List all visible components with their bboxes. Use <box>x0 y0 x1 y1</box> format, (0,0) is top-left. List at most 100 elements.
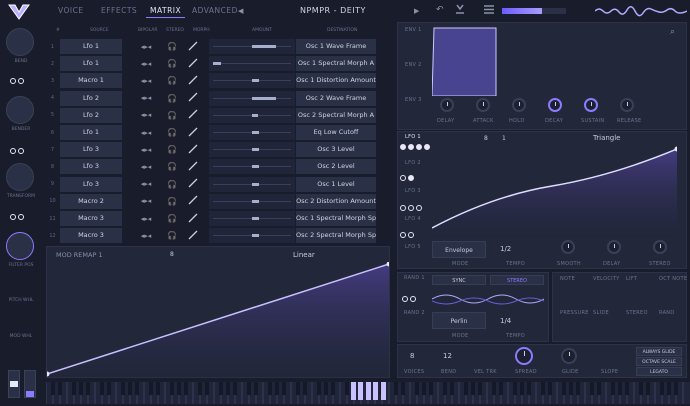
destination-select[interactable]: Osc 2 Level <box>296 159 376 175</box>
menu-icon[interactable] <box>484 5 494 14</box>
lfo-1-tab[interactable]: LFO 1 <box>405 134 421 140</box>
decay-knob[interactable] <box>548 98 562 112</box>
lfo-3-dots[interactable] <box>400 205 422 211</box>
amount-slider[interactable] <box>209 228 295 244</box>
bipolar-toggle[interactable]: ◂▸◂ <box>132 60 160 68</box>
always-glide-toggle[interactable]: ALWAYS GLIDE <box>636 347 682 356</box>
morph-curve-icon[interactable] <box>184 178 202 190</box>
tab-voice[interactable]: VOICE <box>58 6 84 15</box>
lfo-2-tab[interactable]: LFO 2 <box>405 160 421 166</box>
random-mode-select[interactable]: Perlin <box>432 312 486 329</box>
tab-advanced[interactable]: ADVANCED <box>192 6 238 15</box>
pitch-wheel[interactable] <box>8 370 20 398</box>
amount-slider[interactable] <box>209 159 295 175</box>
mod-wheel[interactable] <box>24 370 36 398</box>
env-2-tab[interactable]: ENV 2 <box>405 62 422 68</box>
destination-select[interactable]: Osc 2 Wave Frame <box>296 90 376 106</box>
release-knob[interactable] <box>620 98 634 112</box>
zoom-icon[interactable]: ⌕ <box>670 27 675 37</box>
env-1-tab[interactable]: ENV 1 <box>405 27 422 33</box>
stereo-toggle-icon[interactable]: 🎧 <box>160 111 184 120</box>
amount-slider[interactable] <box>209 39 295 54</box>
lfo-4-dots[interactable] <box>400 232 414 238</box>
mod-tab-slide[interactable]: SLIDE <box>593 310 609 316</box>
macro-dots-1[interactable] <box>10 78 24 84</box>
morph-curve-icon[interactable] <box>184 41 202 53</box>
sync-toggle[interactable]: SYNC <box>432 275 486 285</box>
spread-knob[interactable] <box>515 347 533 365</box>
lfo-shape-name[interactable]: Triangle <box>593 134 621 142</box>
bipolar-toggle[interactable]: ◂▸◂ <box>132 180 160 188</box>
macro-dots-2[interactable] <box>10 148 24 154</box>
lfo-grid2-field[interactable]: 1 <box>502 135 506 142</box>
source-select[interactable]: Lfo 1 <box>60 39 122 54</box>
source-select[interactable]: Macro 3 <box>60 228 122 244</box>
preset-name[interactable]: NPMPR - DEITY <box>300 6 366 15</box>
stereo-toggle-icon[interactable]: 🎧 <box>160 94 184 103</box>
bipolar-toggle[interactable]: ◂▸◂ <box>132 129 160 137</box>
voices-value[interactable]: 8 <box>410 352 414 360</box>
bender-knob[interactable] <box>6 96 34 124</box>
piano-keyboard[interactable] <box>45 382 690 404</box>
save-icon[interactable] <box>455 4 465 14</box>
volume-meter[interactable] <box>502 8 566 14</box>
stereo-toggle-icon[interactable]: 🎧 <box>160 180 184 189</box>
bend-knob[interactable] <box>6 28 34 56</box>
stereo-toggle-icon[interactable]: 🎧 <box>160 214 184 223</box>
amount-slider[interactable] <box>209 73 295 89</box>
destination-select[interactable]: Osc 1 Distortion Amount <box>296 73 376 89</box>
bipolar-toggle[interactable]: ◂▸◂ <box>132 111 160 119</box>
mod-tab-velocity[interactable]: VELOCITY <box>593 276 620 282</box>
morph-curve-icon[interactable] <box>184 161 202 173</box>
destination-select[interactable]: Osc 1 Level <box>296 176 376 192</box>
lfo-5-tab[interactable]: LFO 5 <box>405 244 421 250</box>
morph-curve-icon[interactable] <box>184 195 202 207</box>
macro-dots-3[interactable] <box>10 214 24 220</box>
source-select[interactable]: Lfo 1 <box>60 125 122 140</box>
bipolar-toggle[interactable]: ◂▸◂ <box>132 94 160 102</box>
stereo-toggle-icon[interactable]: 🎧 <box>160 76 184 85</box>
bipolar-toggle[interactable]: ◂▸◂ <box>132 163 160 171</box>
amount-slider[interactable] <box>209 56 295 72</box>
glide-knob[interactable] <box>561 348 577 364</box>
morph-curve-icon[interactable] <box>184 213 202 225</box>
morph-curve-icon[interactable] <box>184 127 202 139</box>
bipolar-toggle[interactable]: ◂▸◂ <box>132 232 160 240</box>
filter-pos-knob[interactable] <box>6 232 34 260</box>
mod-remap-curve[interactable] <box>44 261 392 378</box>
amount-slider[interactable] <box>209 176 295 192</box>
stereo-toggle-icon[interactable]: 🎧 <box>160 197 184 206</box>
mod-tab-note[interactable]: NOTE <box>560 276 575 282</box>
env-3-tab[interactable]: ENV 3 <box>405 97 422 103</box>
source-select[interactable]: Lfo 2 <box>60 107 122 123</box>
lfo-3-tab[interactable]: LFO 3 <box>405 188 421 194</box>
stereo-toggle-icon[interactable]: 🎧 <box>160 231 184 240</box>
bipolar-toggle[interactable]: ◂▸◂ <box>132 77 160 85</box>
stereo-toggle-icon[interactable]: 🎧 <box>160 128 184 137</box>
lfo-2-dots[interactable] <box>400 175 414 181</box>
lfo-1-dots[interactable] <box>400 144 430 150</box>
destination-select[interactable]: Eq Low Cutoff <box>296 125 376 140</box>
source-select[interactable]: Lfo 3 <box>60 142 122 158</box>
stereo-toggle-icon[interactable]: 🎧 <box>160 162 184 171</box>
lfo-delay-knob[interactable] <box>607 240 621 254</box>
destination-select[interactable]: Osc 1 Wave Frame <box>296 39 376 54</box>
preset-prev-button[interactable]: ◀ <box>238 7 243 15</box>
bipolar-toggle[interactable]: ◂▸◂ <box>132 146 160 154</box>
hold-knob[interactable] <box>512 98 526 112</box>
amount-slider[interactable] <box>209 90 295 106</box>
stereo-toggle-icon[interactable]: 🎧 <box>160 42 184 51</box>
amount-slider[interactable] <box>209 211 295 226</box>
random-tempo-value[interactable]: 1/4 <box>500 317 511 325</box>
attack-knob[interactable] <box>476 98 490 112</box>
undo-icon[interactable]: ↶ <box>436 5 444 15</box>
lfo-grid-field[interactable]: 8 <box>484 135 488 142</box>
rand-1-tab[interactable]: RAND 1 <box>404 275 425 281</box>
amount-slider[interactable] <box>209 125 295 140</box>
bipolar-toggle[interactable]: ◂▸◂ <box>132 215 160 223</box>
tab-matrix[interactable]: MATRIX <box>145 6 186 18</box>
source-select[interactable]: Lfo 3 <box>60 159 122 175</box>
amount-slider[interactable] <box>209 193 295 209</box>
destination-select[interactable]: Osc 1 Spectral Morph A <box>296 56 376 72</box>
mod-tab-pressure[interactable]: PRESSURE <box>560 310 589 316</box>
